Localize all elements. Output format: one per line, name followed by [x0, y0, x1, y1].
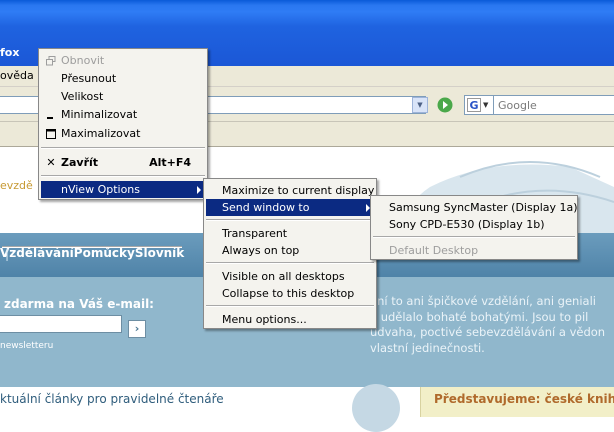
promo-quote-line: vlastní jedinečnosti.: [370, 340, 485, 355]
globe-icon: [352, 384, 400, 432]
menu-item-default-desktop[interactable]: Default Desktop: [373, 242, 575, 259]
submenu-arrow-icon: [197, 186, 201, 194]
menu-item-visible-all-desktops[interactable]: Visible on all desktops: [206, 268, 374, 285]
nav-link-tools[interactable]: Pomůcky: [74, 246, 135, 260]
close-icon: ✕: [46, 156, 56, 169]
email-submit-button[interactable]: ›: [128, 320, 146, 338]
menu-separator: [373, 236, 575, 238]
menu-item-maximize[interactable]: Maximalizovat: [41, 125, 205, 142]
newsletter-label: zdarma na Váš e-mail:: [4, 297, 154, 311]
system-menu: Obnovit Přesunout Velikost Minimalizovat…: [38, 48, 208, 200]
menu-separator: [41, 147, 205, 149]
nav-link-education[interactable]: Vzdělávání: [0, 246, 74, 260]
search-engine-selector[interactable]: G ▼: [464, 95, 494, 115]
minimize-icon: [44, 106, 58, 125]
promo-quote-line: ení to ani špičkové vzdělání, ani genial…: [370, 294, 596, 308]
menu-help[interactable]: ověda: [0, 69, 34, 82]
menu-item-size[interactable]: Velikost: [41, 88, 205, 105]
menu-separator: [206, 262, 374, 264]
menu-item-send-window-to[interactable]: Send window to: [206, 199, 374, 216]
promo-quote: ení to ani špičkové vzdělání, ani genial…: [370, 294, 614, 356]
go-arrow-icon: [437, 97, 453, 113]
menu-item-nview-options[interactable]: nView Options: [41, 181, 205, 198]
site-nav-links: Vzdělávání | Pomůcky | Slovník: [0, 246, 184, 261]
menu-item-menu-options[interactable]: Menu options...: [206, 311, 374, 328]
feature-heading[interactable]: Představujeme: české knihy: [434, 392, 614, 406]
nav-separator: |: [2, 246, 183, 261]
go-button[interactable]: [434, 94, 456, 116]
menu-separator: [41, 175, 205, 177]
banner-text: evzdě: [0, 179, 33, 192]
menu-item-collapse-desktop[interactable]: Collapse to this desktop: [206, 285, 374, 302]
menu-item-minimize[interactable]: Minimalizovat: [41, 106, 205, 123]
nav-link-dictionary[interactable]: Slovník: [135, 246, 184, 260]
menu-item-always-on-top[interactable]: Always on top: [206, 242, 374, 259]
window-title: fox: [0, 46, 20, 59]
menu-item-transparent[interactable]: Transparent: [206, 225, 374, 242]
menu-item-display-1b[interactable]: Sony CPD-E530 (Display 1b): [373, 216, 575, 233]
email-field[interactable]: [0, 315, 122, 333]
close-shortcut: Alt+F4: [149, 156, 191, 169]
menu-item-close[interactable]: ✕ Zavřít Alt+F4: [41, 154, 205, 171]
articles-heading: ktuální články pro pravidelné čtenáře: [0, 392, 224, 406]
nview-options-menu: Maximize to current display Send window …: [203, 178, 377, 329]
menu-item-display-1a[interactable]: Samsung SyncMaster (Display 1a): [373, 199, 578, 216]
maximize-icon: [44, 125, 58, 144]
address-dropdown-button[interactable]: ▼: [412, 97, 428, 113]
search-input[interactable]: Google: [494, 95, 614, 115]
chevron-down-icon: ▼: [483, 101, 489, 109]
menu-item-move[interactable]: Přesunout: [41, 70, 205, 87]
promo-quote-line: udvaha, poctivé sebevzdělávání a vědon: [370, 325, 606, 339]
restore-icon: [44, 52, 58, 71]
menu-separator: [206, 219, 374, 221]
newsletter-link[interactable]: newsletteru: [0, 341, 53, 351]
google-icon: G: [467, 98, 481, 112]
menu-separator: [206, 305, 374, 307]
menu-item-maximize-display[interactable]: Maximize to current display: [206, 182, 374, 199]
promo-quote-line: o udělalo bohaté bohatými. Jsou to pil: [370, 309, 589, 324]
send-window-to-menu: Samsung SyncMaster (Display 1a) Sony CPD…: [370, 195, 578, 260]
menu-item-restore[interactable]: Obnovit: [41, 52, 205, 69]
